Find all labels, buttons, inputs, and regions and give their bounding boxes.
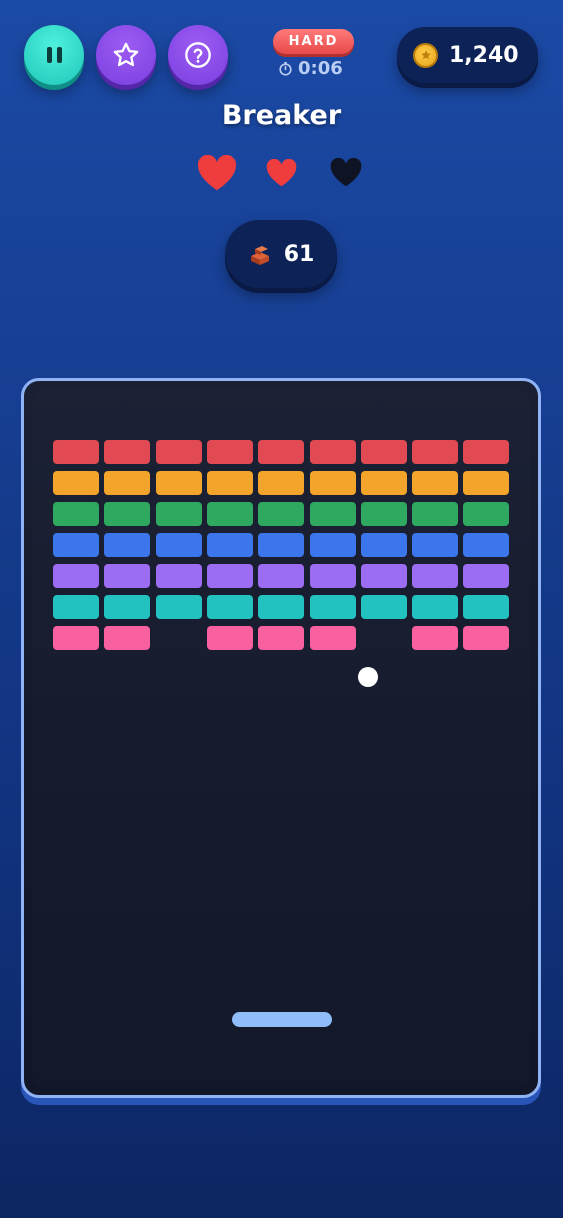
coin-balance: 1,240	[397, 27, 538, 83]
stopwatch-icon	[279, 61, 292, 76]
brick	[463, 440, 510, 464]
brick	[463, 502, 510, 526]
brick	[104, 533, 151, 557]
brick	[309, 564, 356, 588]
brick	[258, 471, 305, 495]
brick	[309, 626, 356, 650]
brick	[155, 564, 202, 588]
brick	[412, 533, 459, 557]
brick	[53, 471, 99, 495]
ball	[358, 667, 378, 687]
brick	[206, 626, 253, 650]
bricks-remaining-counter: 61	[225, 220, 337, 288]
brick	[53, 533, 99, 557]
brick	[206, 595, 253, 619]
brick	[309, 595, 356, 619]
brick	[104, 595, 151, 619]
brick	[258, 595, 305, 619]
brick	[155, 595, 202, 619]
brick	[309, 533, 356, 557]
brick	[412, 595, 459, 619]
brick	[104, 626, 151, 650]
brick	[155, 533, 202, 557]
brick	[258, 440, 305, 464]
brick	[360, 502, 407, 526]
brick	[53, 626, 99, 650]
brick	[360, 471, 407, 495]
brick	[309, 440, 356, 464]
brick-icon	[250, 246, 269, 265]
question-icon	[185, 42, 211, 68]
pause-icon	[46, 47, 62, 63]
brick	[104, 440, 151, 464]
help-button[interactable]	[168, 25, 228, 85]
paddle[interactable]	[232, 1012, 332, 1027]
brick	[206, 440, 253, 464]
brick	[206, 564, 253, 588]
bricks-remaining-count: 61	[283, 241, 315, 267]
brick	[104, 502, 151, 526]
game-board[interactable]	[21, 378, 541, 1098]
brick	[412, 564, 459, 588]
brick	[412, 502, 459, 526]
heart-empty-icon	[330, 158, 362, 187]
brick	[155, 471, 202, 495]
brick	[258, 533, 305, 557]
brick	[53, 502, 99, 526]
brick	[155, 440, 202, 464]
timer-value: 0:06	[298, 57, 343, 79]
brick	[309, 471, 356, 495]
brick	[53, 564, 99, 588]
brick	[258, 502, 305, 526]
star-icon	[113, 42, 139, 67]
brick	[309, 502, 356, 526]
brick	[463, 471, 510, 495]
coin-count: 1,240	[449, 42, 519, 68]
brick	[412, 626, 459, 650]
brick	[463, 595, 510, 619]
brick	[53, 440, 99, 464]
brick	[104, 564, 151, 588]
brick	[360, 564, 407, 588]
pause-button[interactable]	[24, 25, 84, 85]
brick	[206, 533, 253, 557]
brick	[258, 564, 305, 588]
favorite-button[interactable]	[96, 25, 156, 85]
brick	[206, 471, 253, 495]
brick	[412, 440, 459, 464]
brick	[360, 533, 407, 557]
brick	[53, 595, 99, 619]
brick	[360, 595, 407, 619]
page-title: Breaker	[221, 100, 342, 131]
brick	[104, 471, 151, 495]
timer: 0:06	[278, 57, 343, 79]
brick	[258, 626, 305, 650]
brick	[360, 440, 407, 464]
brick	[463, 564, 510, 588]
heart-icon	[266, 159, 297, 187]
heart-icon	[197, 155, 237, 191]
brick	[463, 626, 510, 650]
brick	[206, 502, 253, 526]
brick	[463, 533, 510, 557]
brick	[412, 471, 459, 495]
difficulty-badge: HARD	[273, 29, 354, 54]
coin-icon	[413, 42, 438, 68]
brick	[155, 502, 202, 526]
